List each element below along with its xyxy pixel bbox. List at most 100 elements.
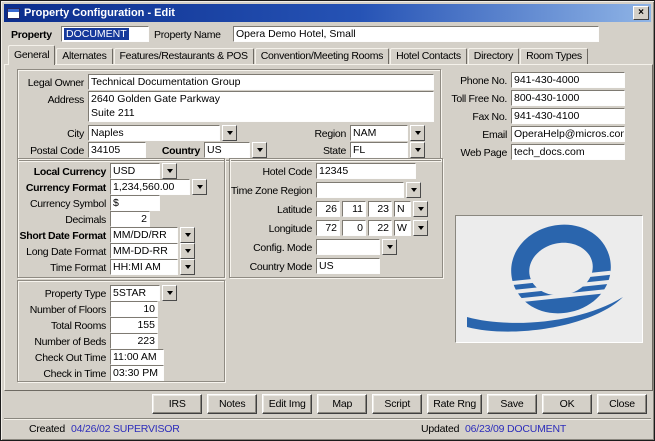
currency-symbol-field[interactable]: $ [110,195,160,211]
latitude-label: Latitude [228,202,312,218]
ok-button[interactable]: OK [542,394,592,414]
property-field[interactable]: DOCUMENT [61,26,149,42]
number-of-beds-label: Number of Beds [12,334,106,350]
save-button[interactable]: Save [487,394,537,414]
short-date-format-lov-button[interactable] [180,227,195,243]
property-name-label: Property Name [154,27,229,43]
chevron-down-icon [415,148,421,152]
longitude-minutes-field[interactable]: 0 [342,220,366,236]
tab-room-types[interactable]: Room Types [520,48,588,64]
total-rooms-field[interactable]: 155 [110,317,158,333]
notes-button[interactable]: Notes [207,394,257,414]
tab-features-restaurants-pos[interactable]: Features/Restaurants & POS [114,48,254,64]
rate-rng-button[interactable]: Rate Rng [427,394,482,414]
city-field[interactable]: Naples [88,125,220,141]
country-field[interactable]: US [204,142,250,158]
address-field[interactable]: 2640 Golden Gate Parkway Suite 211 [88,91,434,122]
property-type-field[interactable]: 5STAR [110,285,160,301]
region-field[interactable]: NAM [350,125,408,141]
legal-owner-label: Legal Owner [18,75,84,91]
updated-value: 06/23/09 DOCUMENT [465,422,566,436]
chevron-down-icon [197,185,203,189]
button-bar: IRS Notes Edit Img Map Script Rate Rng S… [1,394,654,414]
script-button[interactable]: Script [372,394,422,414]
longitude-direction-field[interactable]: W [394,220,411,236]
local-currency-lov-button[interactable] [162,163,177,179]
location-group: Hotel Code 12345 Time Zone Region Latitu… [229,158,443,278]
hotel-code-field[interactable]: 12345 [316,163,416,179]
property-type-lov-button[interactable] [162,285,177,301]
tab-alternates[interactable]: Alternates [56,48,112,64]
decimals-field[interactable]: 2 [110,211,150,227]
latitude-minutes-field[interactable]: 11 [342,201,366,217]
currency-format-lov-button[interactable] [192,179,207,195]
state-field[interactable]: FL [350,142,408,158]
close-button[interactable]: Close [597,394,647,414]
time-format-field[interactable]: HH:MI AM [110,259,178,275]
long-date-format-lov-button[interactable] [180,243,195,259]
email-label: Email [441,127,507,143]
longitude-degrees-field[interactable]: 72 [316,220,340,236]
window-title: Property Configuration - Edit [24,4,633,22]
latitude-direction-field[interactable]: N [394,201,411,217]
property-configuration-window: Property Configuration - Edit × Property… [0,0,655,441]
config-mode-dropdown[interactable] [382,239,397,255]
longitude-label: Longitude [228,221,312,237]
map-button[interactable]: Map [317,394,367,414]
tab-hotel-contacts[interactable]: Hotel Contacts [390,48,467,64]
footer-divider [4,418,651,420]
latitude-direction-dropdown[interactable] [413,201,428,217]
fax-field[interactable]: 941-430-4100 [511,108,625,124]
time-format-lov-button[interactable] [180,259,195,275]
config-mode-field[interactable] [316,239,380,255]
toll-free-field[interactable]: 800-430-1000 [511,90,625,106]
state-lov-button[interactable] [410,142,425,158]
edit-img-button[interactable]: Edit Img [262,394,312,414]
latitude-degrees-field[interactable]: 26 [316,201,340,217]
email-field[interactable]: OperaHelp@micros.com [511,126,625,142]
phone-label: Phone No. [441,73,507,89]
property-value: DOCUMENT [64,28,129,40]
tab-strip: General Alternates Features/Restaurants … [8,45,589,64]
chevron-down-icon [167,291,173,295]
property-logo-box [455,215,643,343]
postal-code-field[interactable]: 34105 [88,142,146,158]
close-icon[interactable]: × [633,6,649,20]
address-group: Legal Owner Technical Documentation Grou… [17,69,441,161]
phone-field[interactable]: 941-430-4000 [511,72,625,88]
tab-convention-meeting-rooms[interactable]: Convention/Meeting Rooms [255,48,389,64]
currency-format-field[interactable]: 1,234,560.00 [110,179,190,195]
number-of-beds-field[interactable]: 223 [110,333,158,349]
time-zone-region-lov-button[interactable] [406,182,421,198]
short-date-format-field[interactable]: MM/DD/RR [110,227,178,243]
local-currency-field[interactable]: USD [110,163,160,179]
check-out-time-field[interactable]: 11:00 AM [110,349,164,365]
legal-owner-field[interactable]: Technical Documentation Group [88,74,434,90]
time-zone-region-field[interactable] [316,182,404,198]
longitude-seconds-field[interactable]: 22 [368,220,392,236]
property-type-label: Property Type [12,286,106,302]
web-page-field[interactable]: tech_docs.com [511,144,625,160]
created-label: Created [29,422,65,436]
long-date-format-field[interactable]: MM-DD-RR [110,243,178,259]
property-name-field[interactable]: Opera Demo Hotel, Small [233,26,599,42]
city-lov-button[interactable] [222,125,237,141]
longitude-direction-dropdown[interactable] [413,220,428,236]
latitude-seconds-field[interactable]: 23 [368,201,392,217]
hotel-code-label: Hotel Code [228,164,312,180]
check-in-time-label: Check in Time [12,366,106,382]
chevron-down-icon [185,265,191,269]
chevron-down-icon [227,131,233,135]
tab-directory[interactable]: Directory [468,48,519,64]
region-lov-button[interactable] [410,125,425,141]
window-icon [7,8,20,19]
property-label: Property [11,27,59,43]
address-line1: 2640 Golden Gate Parkway [91,92,431,106]
number-of-floors-field[interactable]: 10 [110,301,158,317]
region-label: Region [288,126,346,142]
irs-button[interactable]: IRS [152,394,202,414]
country-mode-field[interactable]: US [316,258,380,274]
tab-general[interactable]: General [8,45,55,65]
check-in-time-field[interactable]: 03:30 PM [110,365,164,381]
country-lov-button[interactable] [252,142,267,158]
